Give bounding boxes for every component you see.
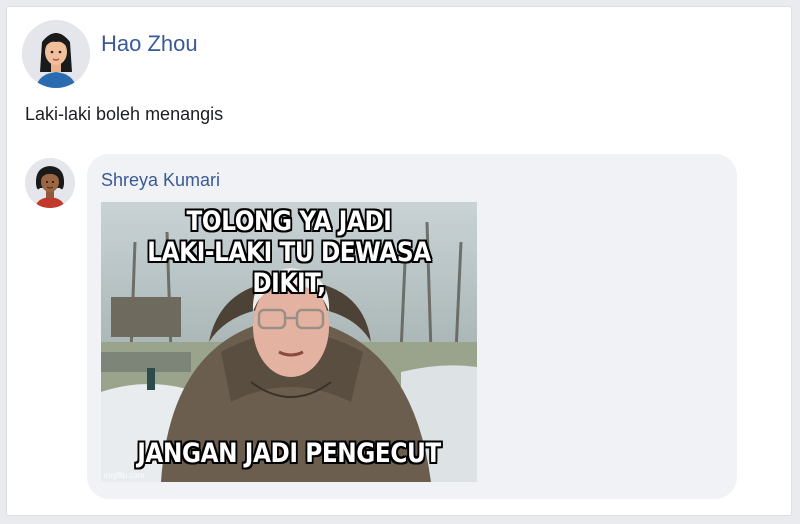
post-author-avatar[interactable] bbox=[22, 20, 90, 88]
female-avatar-icon bbox=[25, 158, 75, 208]
meme-watermark: imgflip.com bbox=[104, 471, 145, 480]
meme-top-line-1: TOLONG YA JADI bbox=[186, 206, 392, 237]
comment-bubble: Shreya Kumari TOLONG YA JADI LAKI-LAKI T… bbox=[87, 154, 737, 499]
comment-author-avatar[interactable] bbox=[25, 158, 75, 208]
meme-image[interactable]: TOLONG YA JADI LAKI-LAKI TU DEWASA DIKIT… bbox=[101, 202, 477, 482]
post-author-name[interactable]: Hao Zhou bbox=[101, 31, 198, 57]
meme-top-caption: TOLONG YA JADI LAKI-LAKI TU DEWASA DIKIT… bbox=[127, 206, 450, 299]
female-avatar-icon bbox=[22, 20, 90, 88]
meme-top-line-2: LAKI-LAKI TU DEWASA DIKIT, bbox=[147, 237, 431, 299]
comment-author-name[interactable]: Shreya Kumari bbox=[101, 170, 220, 191]
post-text: Laki-laki boleh menangis bbox=[25, 104, 224, 124]
meme-bottom-caption: JANGAN JADI PENGECUT bbox=[137, 438, 441, 469]
post-card: Hao Zhou Laki-laki boleh menangis Shreya… bbox=[6, 6, 792, 516]
